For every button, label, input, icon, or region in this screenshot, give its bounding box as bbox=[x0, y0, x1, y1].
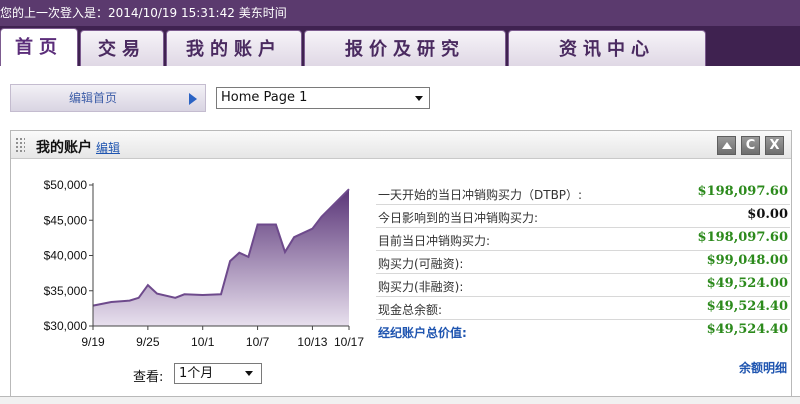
refresh-icon[interactable]: C bbox=[741, 136, 760, 155]
chart-x-tick-label: 10/17 bbox=[334, 335, 364, 349]
balance-detail-link[interactable]: 余额明细 bbox=[739, 359, 787, 376]
chart-range-select[interactable]: 1个月 bbox=[174, 363, 262, 384]
metric-label: 购买力(非融资): bbox=[378, 280, 464, 294]
panel-title: 我的账户 bbox=[36, 140, 92, 156]
home-page-select[interactable]: Home Page 1 bbox=[216, 87, 430, 109]
dropdown-caret-icon bbox=[415, 96, 423, 101]
main-tab-strip: 首页 交易 我的账户 报价及研究 资讯中心 bbox=[0, 26, 800, 70]
buying-power-list: 一天开始的当日冲销购买力（DTBP）: $198,097.60 今日影响到的当日… bbox=[376, 182, 790, 343]
chart-x-tick-label: 9/19 bbox=[81, 335, 105, 349]
metric-value: $49,524.40 bbox=[706, 322, 788, 337]
edit-home-button[interactable]: 编辑首页 bbox=[10, 84, 206, 112]
close-icon[interactable]: X bbox=[765, 136, 784, 155]
chart-x-tick-label: 9/25 bbox=[136, 335, 160, 349]
panel-edit-link[interactable]: 编辑 bbox=[96, 139, 120, 156]
chart-area-fill bbox=[93, 189, 349, 326]
play-arrow-icon bbox=[189, 93, 197, 105]
last-login-bar: 您的上一次登入是：2014/10/19 15:31:42 美东时间 bbox=[0, 0, 800, 26]
metric-label: 一天开始的当日冲销购买力（DTBP）: bbox=[378, 188, 583, 202]
last-login-text: 您的上一次登入是：2014/10/19 15:31:42 美东时间 bbox=[0, 6, 287, 20]
metric-row-margin-buying-power: 购买力(可融资): $99,048.00 bbox=[376, 251, 790, 274]
metric-label: 现金总余额: bbox=[378, 303, 443, 317]
metric-value: $0.00 bbox=[747, 207, 788, 222]
panel-header: 我的账户 编辑 C X bbox=[11, 131, 791, 159]
dropdown-caret-icon bbox=[245, 371, 253, 376]
chart-y-tick-label: $50,000 bbox=[44, 178, 88, 192]
my-account-panel: 我的账户 编辑 C X $50,000 $45,000 $40,000 $35,000… bbox=[10, 130, 792, 404]
next-panel-edge bbox=[0, 396, 800, 404]
metric-label: 购买力(可融资): bbox=[378, 257, 464, 271]
metric-label: 今日影响到的当日冲销购买力: bbox=[378, 211, 539, 225]
metric-label: 目前当日冲销购买力: bbox=[378, 234, 491, 248]
metric-value: $49,524.40 bbox=[706, 299, 788, 314]
view-label: 查看: bbox=[133, 370, 164, 385]
tab-trade[interactable]: 交易 bbox=[80, 30, 164, 70]
metric-row-dtbp-current: 目前当日冲销购买力: $198,097.60 bbox=[376, 228, 790, 251]
tab-strip-baseline bbox=[0, 66, 800, 70]
collapse-icon[interactable] bbox=[717, 136, 736, 155]
metric-row-dtbp-affected: 今日影响到的当日冲销购买力: $0.00 bbox=[376, 205, 790, 228]
metric-row-account-total-value: 经纪账户总价值: $49,524.40 bbox=[376, 320, 790, 343]
tab-quotes-research[interactable]: 报价及研究 bbox=[304, 30, 506, 70]
edit-home-label: 编辑首页 bbox=[69, 91, 118, 105]
metric-row-cash-balance: 现金总余额: $49,524.40 bbox=[376, 297, 790, 320]
account-value-chart: $50,000 $45,000 $40,000 $35,000 $30,000 9/19 9… bbox=[44, 178, 365, 349]
chart-y-tick-label: $45,000 bbox=[44, 213, 88, 227]
metric-row-cash-buying-power: 购买力(非融资): $49,524.00 bbox=[376, 274, 790, 297]
tab-my-account[interactable]: 我的账户 bbox=[166, 30, 302, 70]
drag-handle-icon[interactable] bbox=[15, 137, 25, 153]
metric-value: $198,097.60 bbox=[697, 230, 788, 245]
edit-home-row: 编辑首页 Home Page 1 bbox=[10, 84, 790, 116]
metric-row-dtbp-start: 一天开始的当日冲销购买力（DTBP）: $198,097.60 bbox=[376, 182, 790, 205]
metric-value: $198,097.60 bbox=[697, 184, 788, 199]
metric-label[interactable]: 经纪账户总价值: bbox=[378, 324, 467, 341]
chart-range-value: 1个月 bbox=[179, 366, 214, 381]
chart-x-tick-label: 10/1 bbox=[191, 335, 215, 349]
tab-home[interactable]: 首页 bbox=[0, 28, 78, 70]
chart-x-tick-label: 10/13 bbox=[297, 335, 327, 349]
chart-x-tick-label: 10/7 bbox=[246, 335, 270, 349]
tab-news-center[interactable]: 资讯中心 bbox=[508, 30, 706, 70]
chart-y-tick-label: $40,000 bbox=[44, 249, 88, 263]
home-page-select-value: Home Page 1 bbox=[221, 90, 308, 105]
metric-value: $49,524.00 bbox=[706, 276, 788, 291]
metric-value: $99,048.00 bbox=[706, 253, 788, 268]
chart-y-tick-label: $30,000 bbox=[44, 319, 88, 333]
chart-y-tick-label: $35,000 bbox=[44, 284, 88, 298]
